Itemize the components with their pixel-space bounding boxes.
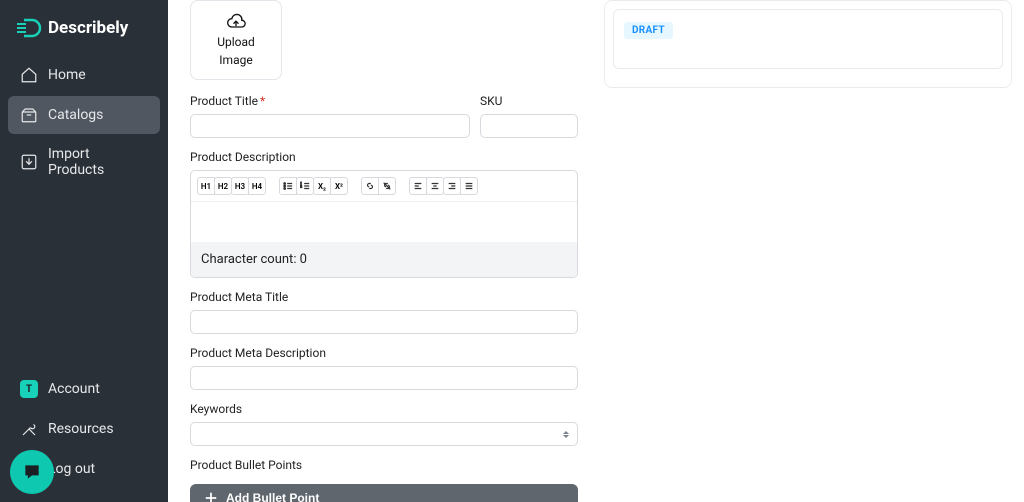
- status-panel: DRAFT: [604, 0, 1012, 88]
- sidebar-item-label: Catalogs: [48, 107, 103, 123]
- chat-icon: [22, 462, 42, 482]
- sidebar-item-label: Log out: [48, 461, 95, 477]
- sidebar-item-label: Import Products: [48, 146, 148, 178]
- heading-h4-button[interactable]: H4: [248, 177, 266, 195]
- link-button[interactable]: [361, 177, 379, 195]
- align-right-button[interactable]: [443, 177, 461, 195]
- align-justify-button[interactable]: [460, 177, 478, 195]
- meta-title-input[interactable]: [190, 310, 578, 334]
- subscript-button[interactable]: X₂: [313, 177, 331, 195]
- meta-description-input[interactable]: [190, 366, 578, 390]
- brand-name: Describely: [48, 18, 128, 38]
- stepper-icon: [563, 431, 569, 438]
- heading-h3-button[interactable]: H3: [231, 177, 249, 195]
- sidebar-item-resources[interactable]: Resources: [8, 410, 160, 448]
- tools-icon: [20, 420, 38, 438]
- sidebar-item-catalogs[interactable]: Catalogs: [8, 96, 160, 134]
- import-icon: [20, 153, 38, 171]
- bullet-points-label: Product Bullet Points: [190, 458, 578, 472]
- svg-text:2: 2: [300, 185, 302, 189]
- product-title-label: Product Title*: [190, 94, 470, 108]
- keywords-select[interactable]: [190, 422, 578, 446]
- home-icon: [20, 66, 38, 84]
- align-center-button[interactable]: [426, 177, 444, 195]
- brand-logo-icon: [16, 18, 42, 38]
- add-bullet-point-button[interactable]: Add Bullet Point: [190, 484, 578, 502]
- sku-label: SKU: [480, 94, 578, 108]
- bullet-list-button[interactable]: [279, 177, 297, 195]
- heading-h1-button[interactable]: H1: [197, 177, 215, 195]
- sku-input[interactable]: [480, 114, 578, 138]
- editor-toolbar: H1 H2 H3 H4 12 X₂ X²: [191, 171, 577, 202]
- heading-h2-button[interactable]: H2: [214, 177, 232, 195]
- description-textarea[interactable]: [191, 202, 577, 242]
- meta-title-label: Product Meta Title: [190, 290, 578, 304]
- sidebar-item-label: Home: [48, 67, 86, 83]
- upload-label-line2: Image: [219, 54, 252, 68]
- sidebar-item-label: Account: [48, 381, 100, 397]
- main-content: Upload Image Product Title* SKU Product …: [168, 0, 1024, 502]
- status-inner: DRAFT: [613, 9, 1003, 69]
- account-avatar-icon: T: [20, 380, 38, 398]
- keywords-label: Keywords: [190, 402, 578, 416]
- plus-icon: [204, 491, 218, 502]
- product-description-label: Product Description: [190, 150, 578, 164]
- brand-logo: Describely: [8, 12, 160, 56]
- sidebar-item-import-products[interactable]: Import Products: [8, 136, 160, 188]
- sidebar-item-label: Resources: [48, 421, 114, 437]
- product-title-input[interactable]: [190, 114, 470, 138]
- sidebar: Describely Home Catalogs Import Products…: [0, 0, 168, 502]
- chat-launcher[interactable]: [10, 450, 54, 494]
- unlink-button[interactable]: [378, 177, 396, 195]
- ordered-list-button[interactable]: 12: [296, 177, 314, 195]
- description-editor: H1 H2 H3 H4 12 X₂ X²: [190, 170, 578, 278]
- draft-badge: DRAFT: [624, 22, 673, 39]
- sidebar-item-account[interactable]: T Account: [8, 370, 160, 408]
- cloud-upload-icon: [226, 12, 246, 32]
- add-bullet-label: Add Bullet Point: [226, 491, 319, 502]
- catalog-icon: [20, 106, 38, 124]
- sidebar-item-home[interactable]: Home: [8, 56, 160, 94]
- upload-image-button[interactable]: Upload Image: [190, 0, 282, 80]
- superscript-button[interactable]: X²: [330, 177, 348, 195]
- meta-description-label: Product Meta Description: [190, 346, 578, 360]
- product-form: Upload Image Product Title* SKU Product …: [180, 0, 588, 502]
- align-left-button[interactable]: [409, 177, 427, 195]
- character-count: Character count: 0: [191, 242, 577, 277]
- upload-label-line1: Upload: [217, 36, 255, 50]
